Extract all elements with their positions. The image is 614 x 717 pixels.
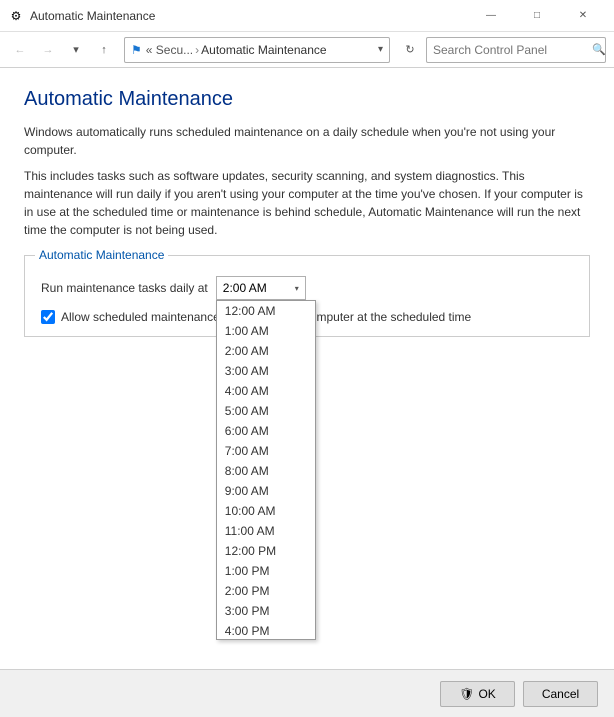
flag-icon: ⚑ bbox=[131, 43, 142, 57]
nav-dropdown-button[interactable]: ▾ bbox=[64, 38, 88, 62]
list-item[interactable]: 12:00 PM bbox=[217, 541, 315, 561]
list-item[interactable]: 12:00 AM bbox=[217, 301, 315, 321]
page-title: Automatic Maintenance bbox=[24, 88, 590, 111]
wake-checkbox[interactable] bbox=[41, 310, 55, 324]
list-item[interactable]: 7:00 AM bbox=[217, 441, 315, 461]
time-dropdown[interactable]: 2:00 AM ▾ bbox=[216, 276, 306, 300]
time-dropdown-list[interactable]: 12:00 AM1:00 AM2:00 AM3:00 AM4:00 AM5:00… bbox=[216, 300, 316, 640]
nav-bar: ← → ▾ ↑ ⚑ « Secu... › Automatic Maintena… bbox=[0, 32, 614, 68]
up-button[interactable]: ↑ bbox=[92, 38, 116, 62]
title-bar-title: Automatic Maintenance bbox=[30, 9, 468, 23]
list-item[interactable]: 3:00 PM bbox=[217, 601, 315, 621]
list-item[interactable]: 4:00 PM bbox=[217, 621, 315, 640]
dropdown-arrow-icon: ▾ bbox=[295, 284, 299, 293]
cancel-label: Cancel bbox=[542, 687, 579, 701]
close-button[interactable]: ✕ bbox=[560, 0, 606, 32]
list-item[interactable]: 1:00 PM bbox=[217, 561, 315, 581]
selected-time: 2:00 AM bbox=[223, 281, 267, 295]
description-1: Windows automatically runs scheduled mai… bbox=[24, 123, 590, 159]
refresh-button[interactable]: ↻ bbox=[398, 37, 422, 63]
search-input[interactable] bbox=[433, 43, 588, 57]
section-box: Automatic Maintenance Run maintenance ta… bbox=[24, 255, 590, 337]
section-label: Automatic Maintenance bbox=[35, 248, 168, 262]
ok-shield-icon: 🛡 bbox=[459, 687, 474, 701]
list-item[interactable]: 3:00 AM bbox=[217, 361, 315, 381]
list-item[interactable]: 2:00 AM bbox=[217, 341, 315, 361]
forward-button[interactable]: → bbox=[36, 38, 60, 62]
list-item[interactable]: 11:00 AM bbox=[217, 521, 315, 541]
list-item[interactable]: 5:00 AM bbox=[217, 401, 315, 421]
form-row: Run maintenance tasks daily at 2:00 AM ▾… bbox=[41, 276, 573, 300]
ok-button[interactable]: 🛡 OK bbox=[440, 681, 515, 707]
list-item[interactable]: 10:00 AM bbox=[217, 501, 315, 521]
cancel-button[interactable]: Cancel bbox=[523, 681, 598, 707]
address-dropdown-button[interactable]: ▾ bbox=[378, 44, 383, 55]
app-icon: ⚙ bbox=[8, 8, 24, 24]
list-item[interactable]: 1:00 AM bbox=[217, 321, 315, 341]
form-label: Run maintenance tasks daily at bbox=[41, 281, 208, 295]
list-item[interactable]: 9:00 AM bbox=[217, 481, 315, 501]
list-item[interactable]: 2:00 PM bbox=[217, 581, 315, 601]
content-area: Automatic Maintenance Windows automatica… bbox=[0, 68, 614, 669]
address-bar[interactable]: ⚑ « Secu... › Automatic Maintenance ▾ bbox=[124, 37, 390, 63]
list-item[interactable]: 6:00 AM bbox=[217, 421, 315, 441]
search-icon: 🔍 bbox=[592, 43, 606, 56]
ok-label: OK bbox=[478, 687, 495, 701]
list-item[interactable]: 4:00 AM bbox=[217, 381, 315, 401]
search-box[interactable]: 🔍 bbox=[426, 37, 606, 63]
time-dropdown-container: 2:00 AM ▾ 12:00 AM1:00 AM2:00 AM3:00 AM4… bbox=[216, 276, 306, 300]
title-bar: ⚙ Automatic Maintenance — □ ✕ bbox=[0, 0, 614, 32]
minimize-button[interactable]: — bbox=[468, 0, 514, 32]
title-bar-buttons: — □ ✕ bbox=[468, 0, 606, 32]
maximize-button[interactable]: □ bbox=[514, 0, 560, 32]
breadcrumb: « Secu... › Automatic Maintenance bbox=[146, 43, 327, 57]
bottom-bar: 🛡 OK Cancel bbox=[0, 669, 614, 717]
back-button[interactable]: ← bbox=[8, 38, 32, 62]
list-item[interactable]: 8:00 AM bbox=[217, 461, 315, 481]
description-2: This includes tasks such as software upd… bbox=[24, 167, 590, 239]
